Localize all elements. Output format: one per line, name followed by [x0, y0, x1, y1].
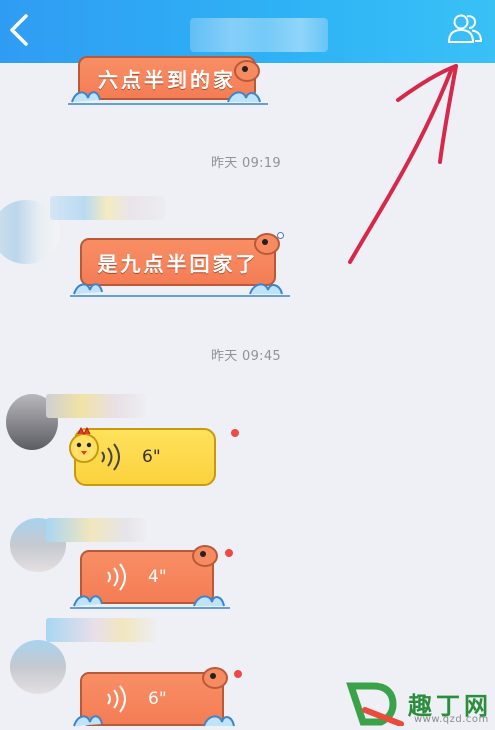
chat-title-blurred — [190, 18, 328, 52]
fish-eye-decoration — [234, 60, 260, 82]
unread-indicator — [231, 429, 239, 437]
voice-duration: 6" — [142, 447, 161, 467]
unread-indicator — [234, 670, 242, 678]
avatar-blurred[interactable] — [10, 640, 66, 694]
voice-duration: 6" — [148, 689, 167, 709]
back-button[interactable] — [6, 12, 32, 48]
fish-eye-decoration — [192, 545, 218, 567]
message-text: 是九点半回家了 — [97, 251, 259, 276]
watermark-logo-icon — [346, 682, 404, 726]
timestamp-divider: 昨天 09:45 — [211, 349, 281, 364]
watermark-url: www.qzd.com — [414, 714, 489, 725]
wave-decoration — [73, 715, 235, 727]
sender-name-blurred — [46, 394, 146, 418]
group-members-icon — [447, 14, 483, 43]
timestamp-divider: 昨天 09:19 — [211, 156, 281, 171]
chick-decoration-icon — [69, 426, 99, 463]
sender-name-blurred — [46, 518, 146, 542]
chat-header — [0, 0, 495, 63]
wave-decoration — [68, 91, 268, 105]
sender-name-blurred — [50, 196, 165, 220]
wave-decoration — [70, 595, 230, 609]
group-profile-button[interactable] — [446, 10, 484, 48]
unread-indicator — [225, 549, 233, 557]
chevron-left-icon — [10, 14, 28, 46]
voice-duration: 4" — [148, 567, 167, 587]
wave-decoration — [70, 283, 290, 297]
bubble-bubble-decoration — [277, 232, 284, 239]
sender-name-blurred — [46, 618, 156, 642]
fish-eye-decoration — [202, 667, 228, 689]
